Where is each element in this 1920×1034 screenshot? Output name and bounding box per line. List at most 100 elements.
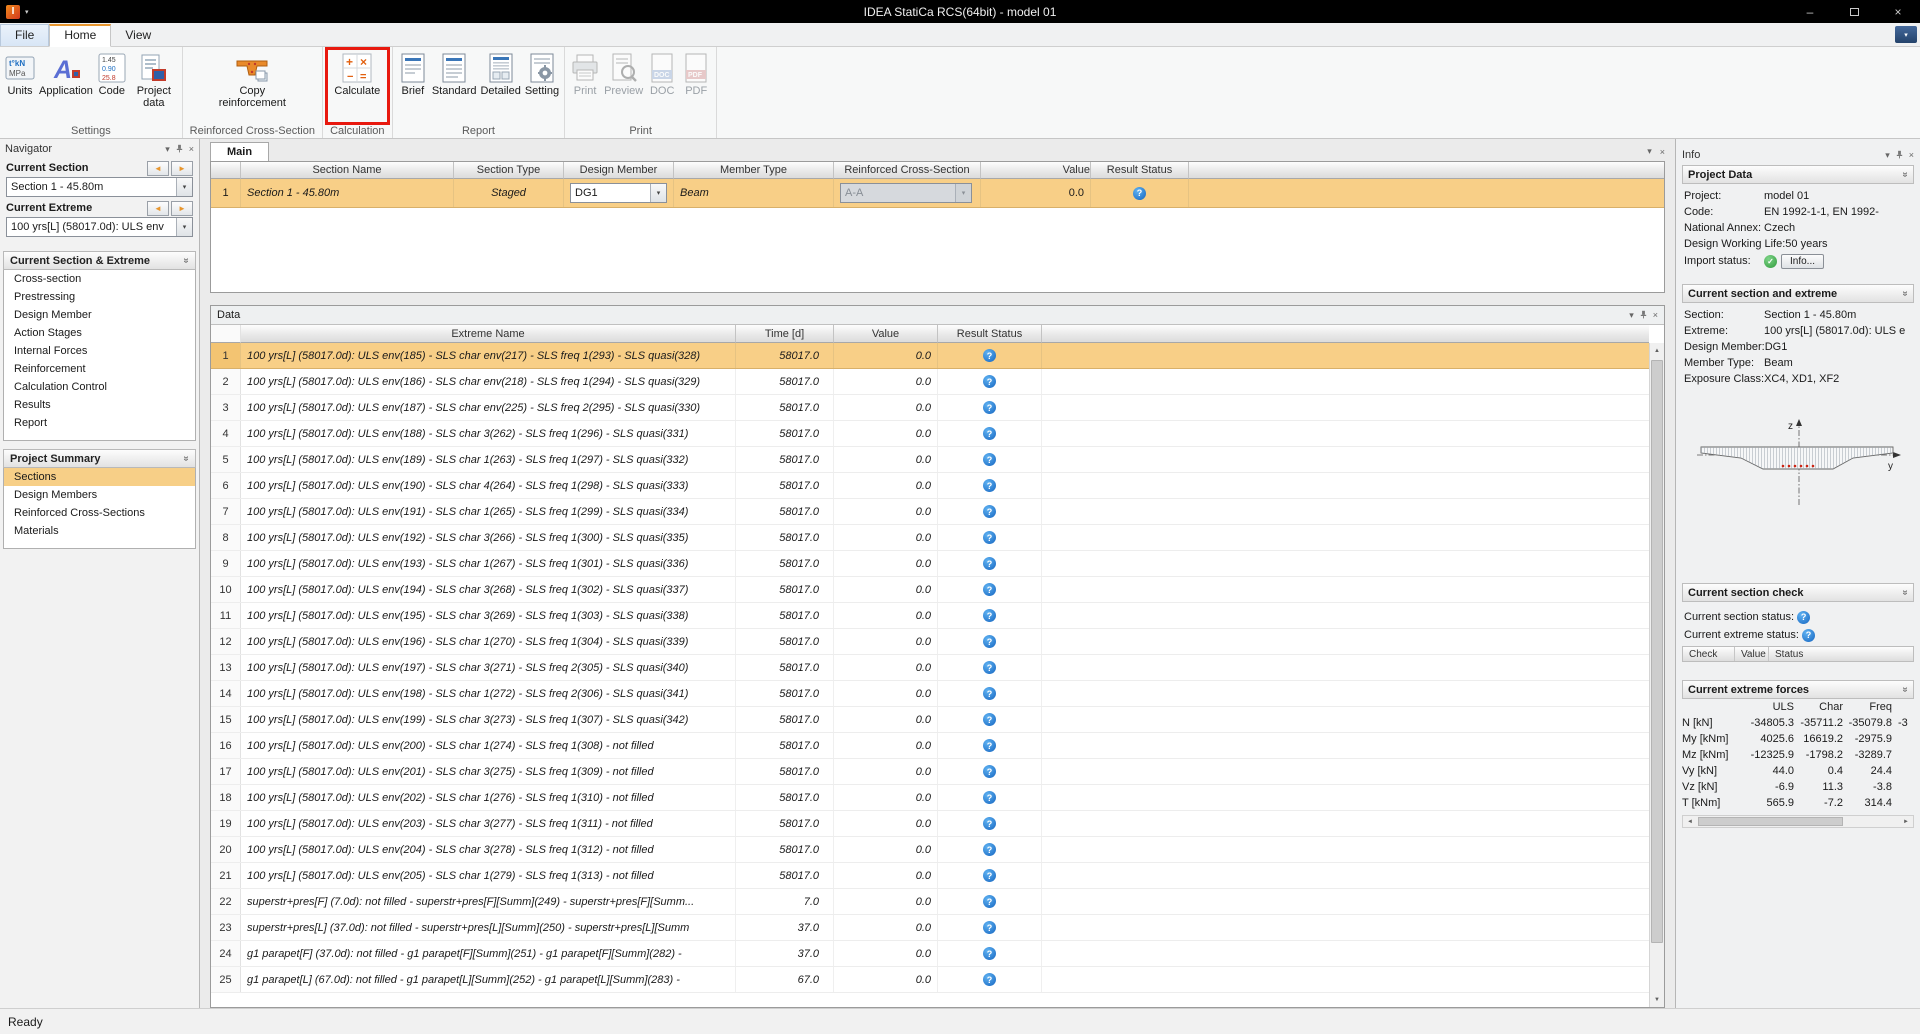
data-row[interactable]: 22superstr+pres[F] (7.0d): not filled - … — [211, 889, 1649, 915]
info-button[interactable]: Info... — [1781, 254, 1824, 269]
data-row[interactable]: 25g1 parapet[L] (67.0d): not filled - g1… — [211, 967, 1649, 993]
sidebar-item-reinforcement[interactable]: Reinforcement — [4, 360, 195, 378]
tabstrip-menu-icon[interactable]: ▾ — [1647, 146, 1652, 157]
data-row[interactable]: 8100 yrs[L] (58017.0d): ULS env(192) - S… — [211, 525, 1649, 551]
section-row[interactable]: 1 Section 1 - 45.80m Staged DG1 ▾ Beam A… — [211, 179, 1664, 208]
sidebar-item-results[interactable]: Results — [4, 396, 195, 414]
sidebar-item-reinforced-cross-sections[interactable]: Reinforced Cross-Sections — [4, 504, 195, 522]
info-dropdown-icon[interactable]: ▾ — [1885, 150, 1890, 161]
chevron-down-icon[interactable]: ▾ — [176, 218, 192, 236]
data-close-icon[interactable]: × — [1653, 310, 1658, 320]
data-row[interactable]: 20100 yrs[L] (58017.0d): ULS env(204) - … — [211, 837, 1649, 863]
sidebar-item-design-member[interactable]: Design Member — [4, 306, 195, 324]
current-section-header[interactable]: Current section and extreme » — [1682, 284, 1914, 303]
sidebar-item-sections[interactable]: Sections — [4, 468, 195, 486]
scroll-up-icon[interactable]: ▲ — [1650, 343, 1664, 358]
quick-access-arrow-icon[interactable]: ▾ — [25, 8, 29, 16]
info-close-icon[interactable]: × — [1909, 150, 1914, 160]
project-summary-panel-header[interactable]: Project Summary » — [3, 449, 196, 468]
sidebar-item-calculation-control[interactable]: Calculation Control — [4, 378, 195, 396]
data-row[interactable]: 10100 yrs[L] (58017.0d): ULS env(194) - … — [211, 577, 1649, 603]
scroll-down-icon[interactable]: ▼ — [1650, 992, 1664, 1007]
data-row[interactable]: 24g1 parapet[F] (37.0d): not filled - g1… — [211, 941, 1649, 967]
data-row[interactable]: 18100 yrs[L] (58017.0d): ULS env(202) - … — [211, 785, 1649, 811]
minimize-button[interactable]: – — [1788, 0, 1832, 23]
data-row[interactable]: 6100 yrs[L] (58017.0d): ULS env(190) - S… — [211, 473, 1649, 499]
data-dropdown-icon[interactable]: ▾ — [1629, 310, 1634, 321]
tab-home[interactable]: Home — [49, 24, 111, 47]
sidebar-item-materials[interactable]: Materials — [4, 522, 195, 540]
data-row[interactable]: 12100 yrs[L] (58017.0d): ULS env(196) - … — [211, 629, 1649, 655]
data-row[interactable]: 16100 yrs[L] (58017.0d): ULS env(200) - … — [211, 733, 1649, 759]
data-row[interactable]: 9100 yrs[L] (58017.0d): ULS env(193) - S… — [211, 551, 1649, 577]
navigator-dropdown-icon[interactable]: ▾ — [165, 144, 170, 155]
navigator-close-icon[interactable]: × — [189, 144, 194, 154]
code-button[interactable]: 1.450.9025.8 Code — [95, 49, 129, 100]
data-row[interactable]: 13100 yrs[L] (58017.0d): ULS env(197) - … — [211, 655, 1649, 681]
tab-main[interactable]: Main — [210, 142, 269, 161]
data-row[interactable]: 14100 yrs[L] (58017.0d): ULS env(198) - … — [211, 681, 1649, 707]
sidebar-item-prestressing[interactable]: Prestressing — [4, 288, 195, 306]
extreme-forces-header[interactable]: Current extreme forces » — [1682, 680, 1914, 699]
project-data-button[interactable]: Project data — [129, 49, 179, 112]
section-prev-button[interactable]: ◄ — [147, 161, 169, 176]
data-row[interactable]: 17100 yrs[L] (58017.0d): ULS env(201) - … — [211, 759, 1649, 785]
pdf-button[interactable]: PDF PDF — [679, 49, 713, 100]
data-row[interactable]: 4100 yrs[L] (58017.0d): ULS env(188) - S… — [211, 421, 1649, 447]
section-next-button[interactable]: ► — [171, 161, 193, 176]
design-member-select[interactable]: DG1 ▾ — [570, 183, 667, 203]
current-extreme-select[interactable]: 100 yrs[L] (58017.0d): ULS env ▾ — [6, 217, 193, 237]
report-standard-button[interactable]: Standard — [430, 49, 479, 100]
calculate-button[interactable]: +×−= Calculate — [328, 49, 386, 100]
copy-reinforcement-button[interactable]: Copy reinforcement — [210, 49, 294, 112]
sidebar-item-report[interactable]: Report — [4, 414, 195, 432]
close-button[interactable]: × — [1876, 0, 1920, 23]
data-row[interactable]: 19100 yrs[L] (58017.0d): ULS env(203) - … — [211, 811, 1649, 837]
scrollbar-thumb[interactable] — [1651, 360, 1663, 943]
sidebar-item-design-members[interactable]: Design Members — [4, 486, 195, 504]
data-row[interactable]: 11100 yrs[L] (58017.0d): ULS env(195) - … — [211, 603, 1649, 629]
info-pin-icon[interactable] — [1895, 150, 1904, 161]
scrollbar-thumb[interactable] — [1698, 817, 1843, 826]
tabstrip-close-icon[interactable]: × — [1660, 147, 1665, 157]
report-brief-button[interactable]: Brief — [396, 49, 430, 100]
vertical-scrollbar[interactable]: ▲ ▼ — [1649, 343, 1664, 1007]
units-button[interactable]: t°kNMPa Units — [3, 49, 37, 100]
data-pin-icon[interactable] — [1639, 310, 1648, 321]
doc-button[interactable]: DOC DOC — [645, 49, 679, 100]
sidebar-item-internal-forces[interactable]: Internal Forces — [4, 342, 195, 360]
data-row[interactable]: 1100 yrs[L] (58017.0d): ULS env(185) - S… — [211, 343, 1649, 369]
print-preview-button[interactable]: Preview — [602, 49, 645, 100]
extreme-next-button[interactable]: ► — [171, 201, 193, 216]
sidebar-item-cross-section[interactable]: Cross-section — [4, 270, 195, 288]
data-row[interactable]: 15100 yrs[L] (58017.0d): ULS env(199) - … — [211, 707, 1649, 733]
ribbon-collapse-button[interactable]: ▾ — [1895, 26, 1917, 43]
report-detailed-button[interactable]: Detailed — [478, 49, 522, 100]
application-button[interactable]: A Application — [37, 49, 95, 100]
data-row[interactable]: 7100 yrs[L] (58017.0d): ULS env(191) - S… — [211, 499, 1649, 525]
chevron-down-icon[interactable]: ▾ — [650, 184, 666, 202]
data-row[interactable]: 2100 yrs[L] (58017.0d): ULS env(186) - S… — [211, 369, 1649, 395]
tab-file[interactable]: File — [0, 24, 49, 46]
section-check-header[interactable]: Current section check » — [1682, 583, 1914, 602]
section-extreme-panel-header[interactable]: Current Section & Extreme » — [3, 251, 196, 270]
print-button[interactable]: Print — [568, 49, 602, 100]
svg-text:0.90: 0.90 — [102, 66, 116, 73]
data-row[interactable]: 21100 yrs[L] (58017.0d): ULS env(205) - … — [211, 863, 1649, 889]
report-setting-button[interactable]: Setting — [523, 49, 561, 100]
horizontal-scrollbar[interactable]: ◄ ► — [1682, 815, 1914, 828]
data-row[interactable]: 3100 yrs[L] (58017.0d): ULS env(187) - S… — [211, 395, 1649, 421]
project-data-header[interactable]: Project Data » — [1682, 165, 1914, 184]
reinforced-cross-section-select[interactable]: A-A ▾ — [840, 183, 972, 203]
sidebar-item-action-stages[interactable]: Action Stages — [4, 324, 195, 342]
scroll-right-icon[interactable]: ► — [1899, 816, 1913, 827]
maximize-button[interactable] — [1832, 0, 1876, 23]
data-row[interactable]: 5100 yrs[L] (58017.0d): ULS env(189) - S… — [211, 447, 1649, 473]
chevron-down-icon[interactable]: ▾ — [176, 178, 192, 196]
scroll-left-icon[interactable]: ◄ — [1683, 816, 1697, 827]
tab-view[interactable]: View — [111, 25, 165, 46]
navigator-pin-icon[interactable] — [175, 144, 184, 155]
extreme-prev-button[interactable]: ◄ — [147, 201, 169, 216]
data-row[interactable]: 23superstr+pres[L] (37.0d): not filled -… — [211, 915, 1649, 941]
current-section-select[interactable]: Section 1 - 45.80m ▾ — [6, 177, 193, 197]
